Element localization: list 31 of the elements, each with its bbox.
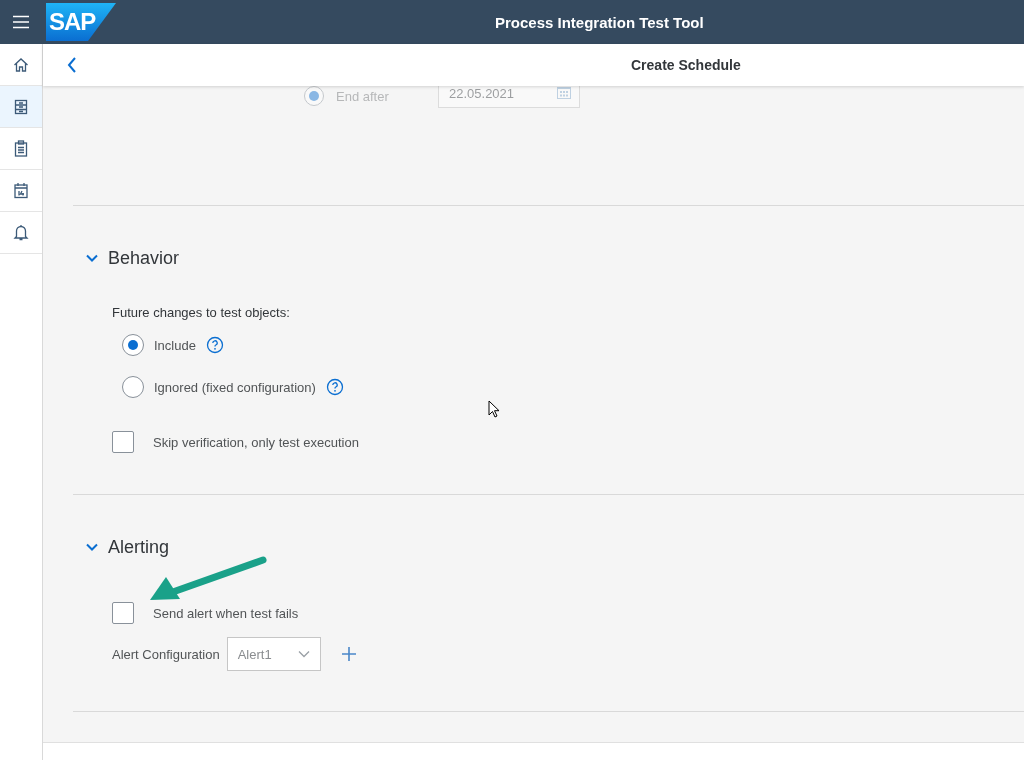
checkbox-label: Send alert when test fails xyxy=(153,605,299,621)
field-label: Alert Configuration xyxy=(112,646,220,662)
clipboard-icon xyxy=(13,140,29,157)
page-title: Create Schedule xyxy=(631,57,741,73)
alert-select[interactable]: Alert1 xyxy=(226,637,321,671)
bell-icon xyxy=(13,224,29,241)
chevron-down-icon[interactable] xyxy=(85,542,99,552)
mouse-cursor-icon xyxy=(488,400,500,418)
help-icon[interactable] xyxy=(205,336,224,354)
home-icon xyxy=(13,56,29,73)
checkbox-label: Skip verification, only test execution xyxy=(153,434,359,450)
section-title: Behavior xyxy=(108,247,180,269)
checkbox[interactable] xyxy=(112,602,134,624)
nav-item[interactable] xyxy=(0,86,42,128)
help-icon[interactable] xyxy=(325,378,344,396)
radio-label: Ignored (fixed configuration) xyxy=(154,379,316,395)
radio-label: End after xyxy=(336,88,389,104)
app-title: Process Integration Test Tool xyxy=(495,13,704,31)
field-label: Future changes to test objects: xyxy=(112,304,290,320)
sap-logo: SAP xyxy=(46,3,116,41)
chevron-down-icon[interactable] xyxy=(85,253,99,263)
radio-label: Include xyxy=(154,337,196,353)
dropdown-caret-icon[interactable] xyxy=(297,650,310,658)
back-icon[interactable] xyxy=(67,57,77,73)
cabinet-icon xyxy=(13,98,29,115)
menu-icon[interactable] xyxy=(13,15,29,29)
radio-button[interactable] xyxy=(122,376,144,398)
radio-button[interactable] xyxy=(122,334,144,356)
section-title: Alerting xyxy=(108,536,170,558)
calendar-icon xyxy=(13,182,29,199)
checkbox[interactable] xyxy=(112,431,134,453)
